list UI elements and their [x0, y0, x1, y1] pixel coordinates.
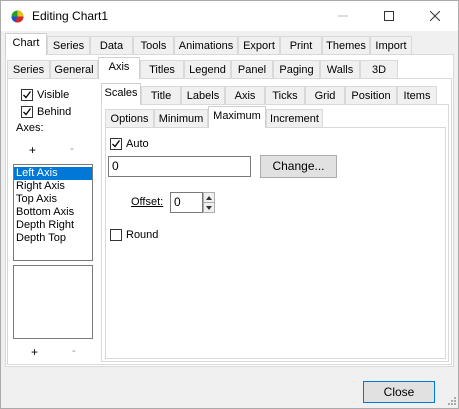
chart-subtab-strip: Series General Axis Titles Legend Panel …	[7, 57, 453, 80]
tab-print[interactable]: Print	[280, 36, 322, 54]
behind-checkbox[interactable]	[21, 106, 33, 118]
tab-series[interactable]: Series	[47, 36, 90, 54]
chart-tab-panel: Series General Axis Titles Legend Panel …	[5, 54, 454, 367]
scales-panel: Options Minimum Maximum Increment Auto 0…	[101, 104, 449, 362]
remove-custom-axis-button[interactable]: -	[72, 345, 76, 357]
window-title: Editing Chart1	[32, 9, 109, 23]
maximum-value-field[interactable]: 0	[108, 156, 251, 177]
axes-list-item[interactable]: Right Axis	[14, 180, 92, 193]
close-window-button[interactable]	[412, 1, 458, 31]
add-custom-axis-button[interactable]: +	[31, 345, 38, 359]
auto-checkbox-row[interactable]: Auto	[110, 136, 149, 152]
spin-up-icon[interactable]	[203, 192, 215, 203]
minimize-button[interactable]	[320, 1, 366, 31]
tab-minimum[interactable]: Minimum	[154, 109, 208, 127]
tab-animations[interactable]: Animations	[174, 36, 238, 54]
axes-list-item[interactable]: Depth Right	[14, 219, 92, 232]
axes-list-item[interactable]: Left Axis	[14, 167, 92, 180]
tab-grid[interactable]: Grid	[305, 86, 345, 104]
tab-items[interactable]: Items	[397, 86, 437, 104]
offset-spinner[interactable]	[203, 192, 215, 213]
axis-tab-strip: Scales Title Labels Axis Ticks Grid Posi…	[101, 83, 451, 106]
maximize-button[interactable]	[366, 1, 412, 31]
subtab-walls[interactable]: Walls	[320, 60, 360, 78]
tab-labels[interactable]: Labels	[181, 86, 225, 104]
tab-maximum[interactable]: Maximum	[208, 106, 266, 128]
subtab-titles[interactable]: Titles	[140, 60, 184, 78]
teechart-app-icon	[11, 10, 24, 23]
auto-checkbox[interactable]	[110, 138, 122, 150]
behind-checkbox-row[interactable]: Behind	[21, 104, 71, 120]
axes-heading: Axes:	[16, 122, 44, 134]
axes-list[interactable]: Left Axis Right Axis Top Axis Bottom Axi…	[13, 164, 93, 261]
round-label: Round	[126, 229, 159, 241]
tab-import[interactable]: Import	[370, 36, 412, 54]
behind-label: Behind	[37, 106, 72, 118]
main-tab-strip: Chart Series Data Tools Animations Expor…	[5, 33, 455, 56]
subtab-series[interactable]: Series	[7, 60, 50, 78]
subtab-general[interactable]: General	[50, 60, 98, 78]
visible-checkbox-row[interactable]: Visible	[21, 87, 69, 103]
tab-position[interactable]: Position	[345, 86, 397, 104]
subtab-paging[interactable]: Paging	[273, 60, 320, 78]
subtab-panel[interactable]: Panel	[231, 60, 273, 78]
axis-panel: Visible Behind Axes: + - Left Axis Right…	[7, 78, 452, 365]
custom-axes-list[interactable]	[13, 265, 93, 339]
axes-list-item[interactable]: Bottom Axis	[14, 206, 92, 219]
tab-axis-title[interactable]: Title	[141, 86, 181, 104]
tab-chart[interactable]: Chart	[5, 33, 47, 55]
tab-increment[interactable]: Increment	[266, 109, 323, 127]
scale-tab-strip: Options Minimum Maximum Increment	[105, 106, 445, 129]
add-axis-button[interactable]: +	[29, 143, 36, 157]
subtab-3d[interactable]: 3D	[360, 60, 398, 78]
subtab-legend[interactable]: Legend	[184, 60, 231, 78]
title-bar: Editing Chart1	[1, 1, 458, 31]
offset-field[interactable]: 0	[170, 192, 203, 213]
tab-ticks[interactable]: Ticks	[265, 86, 305, 104]
spin-down-icon[interactable]	[203, 203, 215, 213]
remove-axis-button[interactable]: -	[70, 143, 74, 155]
tab-scales[interactable]: Scales	[101, 83, 141, 105]
auto-label: Auto	[126, 138, 149, 150]
tab-data[interactable]: Data	[90, 36, 133, 54]
axes-list-item[interactable]: Depth Top	[14, 232, 92, 245]
tab-themes[interactable]: Themes	[322, 36, 370, 54]
visible-checkbox[interactable]	[21, 89, 33, 101]
round-checkbox-row[interactable]: Round	[110, 227, 158, 243]
axes-list-item[interactable]: Top Axis	[14, 193, 92, 206]
round-checkbox[interactable]	[110, 229, 122, 241]
maximum-panel: Auto 0 Change... Offset: 0 Round	[105, 127, 446, 359]
close-button[interactable]: Close	[363, 381, 435, 403]
change-button[interactable]: Change...	[260, 155, 337, 178]
tab-export[interactable]: Export	[238, 36, 280, 54]
editor-window: Editing Chart1 Chart Series Data Tools A…	[0, 0, 459, 409]
resize-grip-icon[interactable]	[447, 396, 457, 406]
tab-options[interactable]: Options	[105, 109, 154, 127]
offset-label: Offset:	[131, 196, 164, 208]
tab-axis-line[interactable]: Axis	[225, 86, 265, 104]
tab-tools[interactable]: Tools	[133, 36, 174, 54]
subtab-axis[interactable]: Axis	[98, 57, 140, 79]
visible-label: Visible	[37, 89, 70, 101]
